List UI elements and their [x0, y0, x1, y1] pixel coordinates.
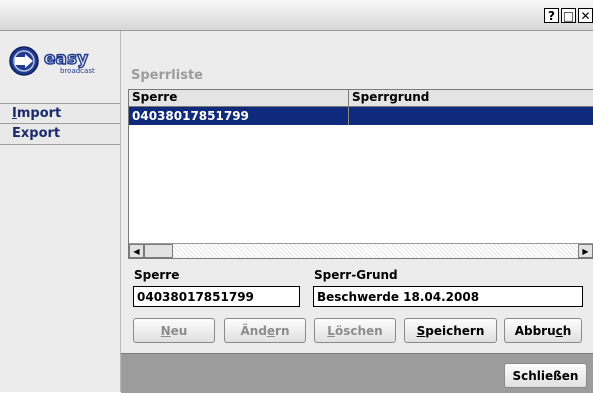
edit-button[interactable]: Änd e rn: [224, 318, 306, 343]
close-window-button[interactable]: ✕: [578, 8, 593, 23]
window-controls: ? □ ✕: [544, 8, 593, 23]
sperrliste-table[interactable]: Sperre Sperrgrund 04038017851799 ◀ ▶: [128, 89, 593, 259]
table-cell-sperre: 04038017851799: [129, 107, 349, 125]
arrow-left-icon: ◀: [133, 246, 140, 256]
maximize-icon: □: [562, 8, 575, 23]
close-icon: ✕: [580, 8, 591, 23]
easy-broadcast-logo-icon: easy broadcast: [9, 46, 95, 76]
table-row[interactable]: 04038017851799: [129, 107, 593, 125]
app-logo: easy broadcast: [8, 45, 114, 77]
maximize-button[interactable]: □: [561, 8, 576, 23]
table-header: Sperre Sperrgrund: [129, 90, 593, 107]
sperre-input[interactable]: [133, 286, 300, 307]
sidebar: easy broadcast Import Export: [0, 31, 121, 392]
save-button[interactable]: Speichern: [404, 318, 497, 343]
column-header-sperrgrund[interactable]: Sperrgrund: [349, 90, 593, 106]
cancel-button[interactable]: Abbru c h: [504, 318, 582, 343]
main-panel: Sperrliste Sperre Sperrgrund 04038017851…: [121, 31, 593, 353]
sidebar-item-import[interactable]: Import: [0, 103, 120, 124]
svg-text:easy: easy: [44, 49, 88, 69]
sperr-grund-input[interactable]: [313, 286, 583, 307]
help-icon: ?: [548, 8, 555, 23]
svg-text:broadcast: broadcast: [60, 67, 95, 75]
table-cell-sperrgrund: [349, 107, 593, 125]
delete-button[interactable]: Löschen: [314, 318, 396, 343]
sidebar-item-export[interactable]: Export: [0, 124, 120, 145]
footer-bar: Schließen: [121, 353, 593, 393]
section-title: Sperrliste: [131, 68, 203, 83]
close-button[interactable]: Schließen: [504, 363, 587, 388]
sperr-grund-label: Sperr-Grund: [314, 268, 398, 282]
column-header-sperre[interactable]: Sperre: [129, 90, 349, 106]
scroll-right-button[interactable]: ▶: [578, 244, 593, 258]
horizontal-scrollbar[interactable]: ◀ ▶: [129, 243, 593, 258]
help-button[interactable]: ?: [544, 8, 559, 23]
sperre-label: Sperre: [134, 268, 180, 282]
scroll-left-button[interactable]: ◀: [129, 244, 144, 258]
new-button[interactable]: Neu: [133, 318, 215, 343]
arrow-right-icon: ▶: [582, 246, 589, 256]
title-bar: ? □ ✕: [0, 0, 593, 31]
scroll-thumb[interactable]: [144, 244, 173, 258]
